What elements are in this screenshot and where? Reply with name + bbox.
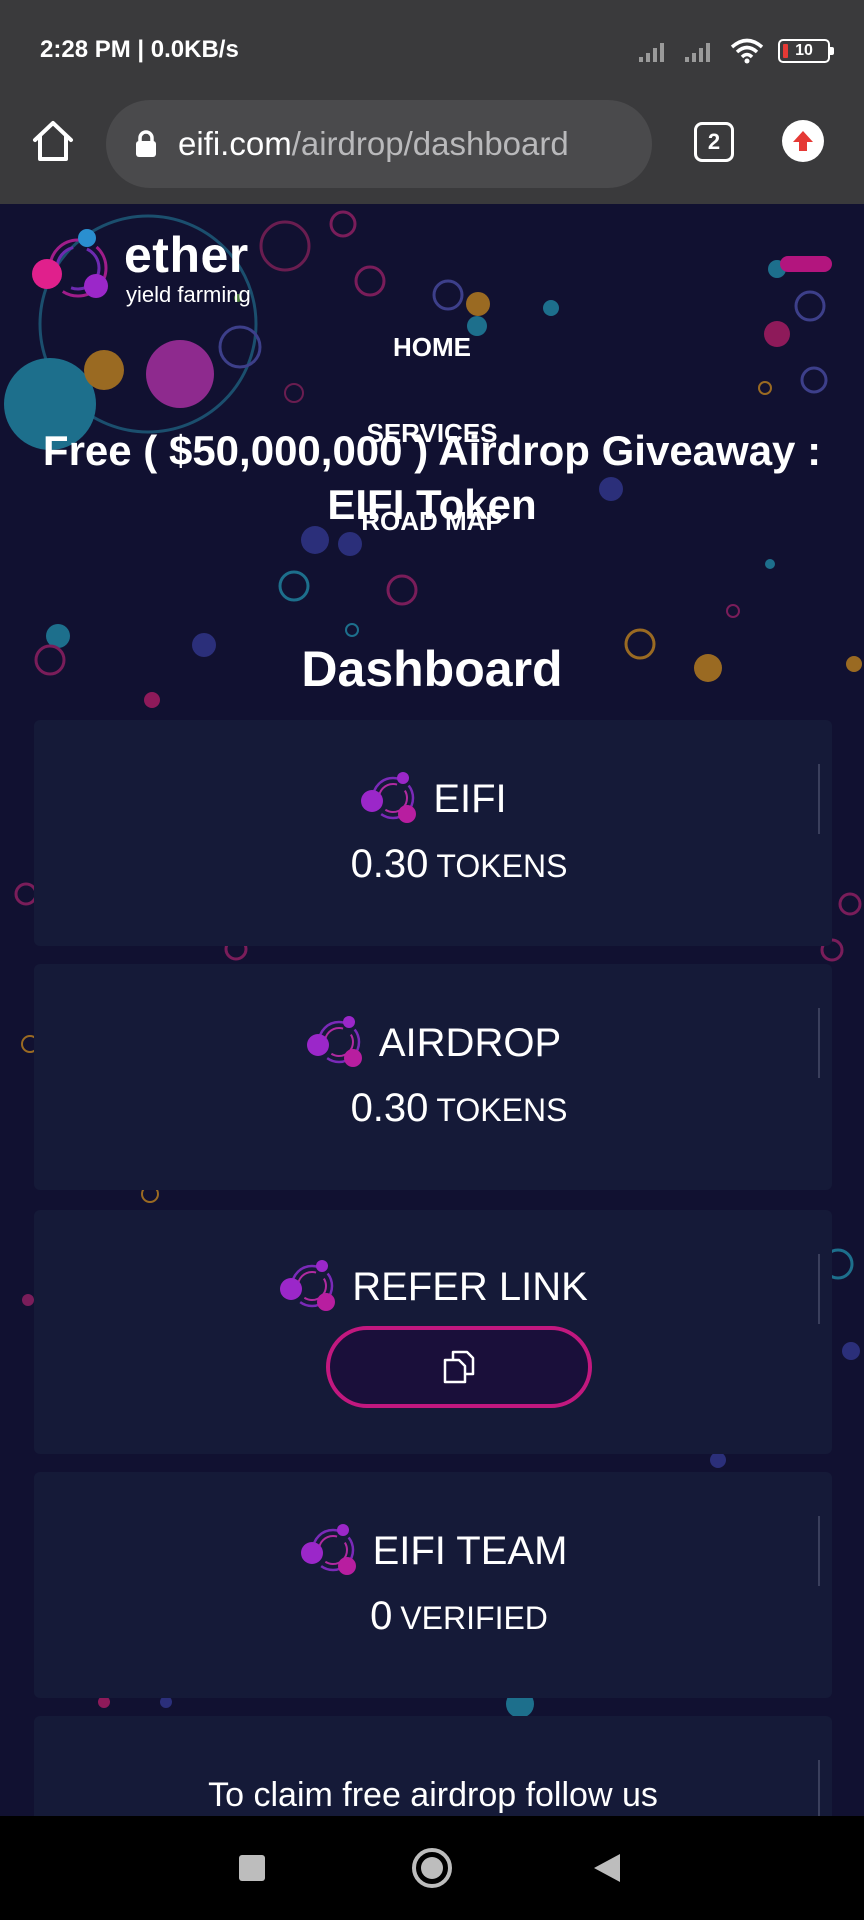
battery-level: 10 [795, 42, 813, 59]
card-value: 0.30 TOKENS [34, 1086, 832, 1131]
system-navigation-bar [0, 1816, 864, 1920]
refer-link-card: REFER LINK [34, 1210, 832, 1454]
url-text: eifi.com/airdrop/dashboard [178, 125, 608, 163]
logo-tagline: yield farming [126, 282, 251, 307]
token-icon [300, 1524, 356, 1575]
arrow-up-icon [793, 131, 813, 151]
logo-wordmark: ether [124, 227, 249, 283]
tab-count: 2 [707, 129, 721, 154]
follow-us-card: To claim free airdrop follow us [34, 1716, 832, 1816]
recents-icon[interactable] [238, 1854, 266, 1882]
token-icon [306, 1016, 362, 1067]
card-unit: TOKENS [436, 848, 568, 884]
airdrop-balance-card: AIRDROP 0.30 TOKENS [34, 964, 832, 1190]
eifi-balance-card: EIFI 0.30 TOKENS [34, 720, 832, 946]
card-label: AIRDROP [378, 1020, 562, 1065]
browser-toolbar: eifi.com/airdrop/dashboard 2 [0, 100, 864, 204]
token-icon [361, 772, 417, 823]
status-icons: 10 [638, 36, 834, 66]
eifi-token-amount: 0.30 [350, 842, 429, 886]
card-value: 0.30 TOKENS [34, 842, 832, 887]
signal-icon [685, 43, 710, 62]
url-path: /airdrop/dashboard [291, 125, 569, 162]
battery-icon: 10 [778, 39, 834, 63]
copy-refer-link-button[interactable] [326, 1326, 592, 1408]
copy-icon [443, 1350, 475, 1384]
hero-title: Free ( $50,000,000 ) Airdrop Giveaway : … [42, 427, 822, 528]
verified-count: 0 [370, 1594, 393, 1638]
home-icon[interactable] [30, 118, 76, 164]
update-icon[interactable] [782, 120, 824, 162]
status-bar: 2:28 PM | 0.0KB/s 10 [0, 0, 864, 100]
home-circle-icon[interactable] [410, 1846, 454, 1890]
card-unit: VERIFIED [400, 1600, 548, 1636]
nav-home[interactable]: HOME [0, 332, 864, 363]
signal-icon [639, 43, 664, 62]
site-logo[interactable]: ether yield farming [32, 224, 272, 314]
wifi-icon [730, 38, 764, 64]
airdrop-token-amount: 0.30 [350, 1086, 429, 1130]
menu-toggle-button[interactable] [780, 256, 832, 272]
card-label: EIFI TEAM [372, 1528, 568, 1573]
tabs-button[interactable]: 2 [694, 122, 734, 162]
web-page: ether yield farming HOME SERVICES ROAD M… [0, 204, 864, 1816]
eifi-team-card: EIFI TEAM 0 VERIFIED [34, 1472, 832, 1698]
dashboard-title: Dashboard [301, 641, 563, 697]
ether-logo-icon [32, 229, 108, 298]
card-label: EIFI [433, 776, 507, 821]
card-value: 0 VERIFIED [34, 1594, 832, 1639]
token-icon [280, 1260, 336, 1311]
follow-us-text: To claim free airdrop follow us [208, 1776, 658, 1814]
url-domain: eifi.com [178, 125, 292, 162]
lock-icon [136, 130, 156, 157]
status-time: 2:28 PM | 0.0KB/s [40, 36, 239, 63]
card-unit: TOKENS [436, 1092, 568, 1128]
card-label: REFER LINK [352, 1264, 588, 1309]
address-bar[interactable]: eifi.com/airdrop/dashboard [106, 100, 652, 188]
back-icon[interactable] [592, 1852, 622, 1884]
